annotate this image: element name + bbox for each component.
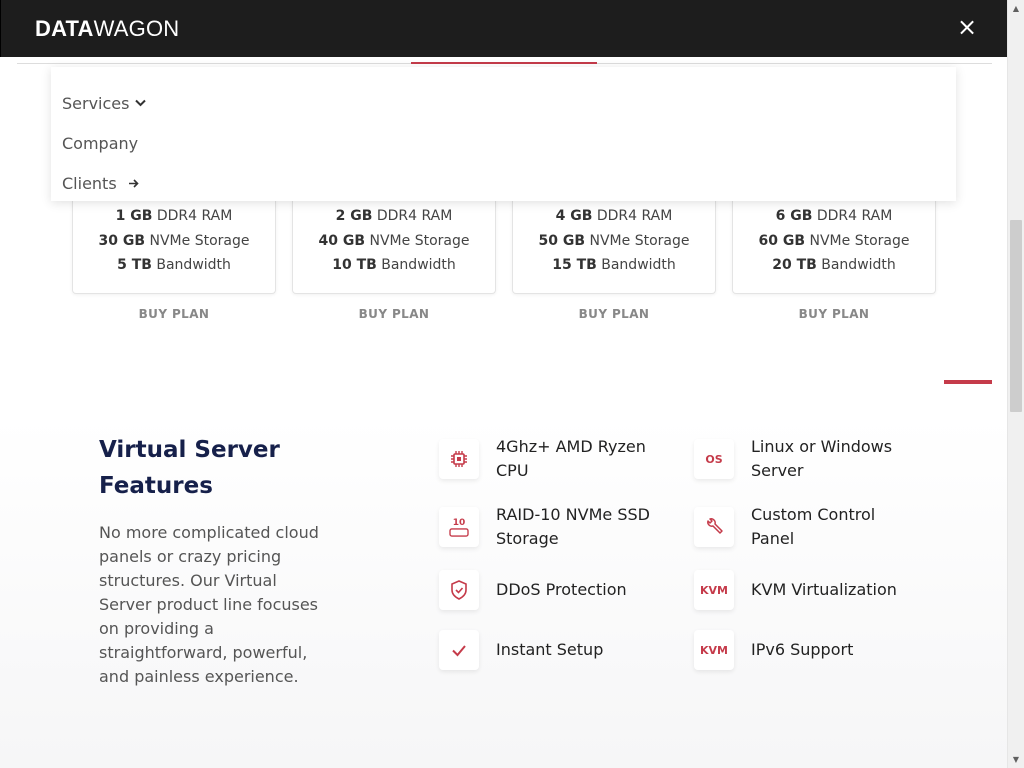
close-icon[interactable]: × bbox=[953, 13, 981, 41]
feature-item: Custom Control Panel bbox=[694, 503, 911, 551]
feature-item: DDoS Protection bbox=[439, 570, 656, 610]
plan-ram: 2 GB DDR4 RAM bbox=[335, 208, 453, 224]
buy-plan-button[interactable]: BUY PLAN bbox=[72, 307, 276, 321]
feature-label: KVM Virtualization bbox=[751, 580, 897, 599]
checkmark-icon bbox=[439, 630, 479, 670]
menu-item-label: Company bbox=[62, 134, 139, 153]
plan-ram: 1 GB DDR4 RAM bbox=[115, 208, 233, 224]
plan-bandwidth: 20 TB Bandwidth bbox=[772, 257, 896, 273]
wrench-icon bbox=[694, 507, 734, 547]
raid-number: 10 bbox=[452, 517, 466, 528]
top-navbar: DATAWAGON × bbox=[0, 0, 1007, 57]
raid-drive-icon: 10 bbox=[439, 507, 479, 547]
feature-label: Instant Setup bbox=[496, 640, 604, 659]
feature-label: Linux or Windows Server bbox=[751, 437, 893, 480]
menu-item-clients[interactable]: Clients bbox=[62, 174, 139, 193]
menu-item-company[interactable]: Company bbox=[62, 134, 138, 153]
scroll-up-arrow-icon[interactable]: ▲ bbox=[1008, 0, 1024, 17]
kvm-icon: KVM bbox=[694, 630, 734, 670]
plan-storage: 50 GB NVMe Storage bbox=[538, 232, 690, 249]
active-nav-underline bbox=[411, 62, 597, 64]
logo-thin-text: WAGON bbox=[93, 16, 180, 41]
shield-icon bbox=[439, 570, 479, 610]
feature-label: IPv6 Support bbox=[751, 640, 854, 659]
features-title: Virtual Server Features bbox=[99, 437, 280, 499]
plan-bandwidth: 10 TB Bandwidth bbox=[332, 257, 456, 273]
buy-plan-button[interactable]: BUY PLAN bbox=[732, 307, 936, 321]
plan-bandwidth: 5 TB Bandwidth bbox=[117, 257, 231, 273]
section-accent-bar bbox=[944, 380, 992, 384]
feature-label: Custom Control Panel bbox=[751, 505, 876, 548]
arrow-right-icon bbox=[128, 177, 139, 191]
nav-dropdown-menu: Services Company Clients bbox=[51, 67, 956, 201]
menu-item-services[interactable]: Services bbox=[62, 94, 147, 113]
menu-item-label: Services bbox=[62, 94, 130, 113]
plan-storage: 60 GB NVMe Storage bbox=[758, 232, 910, 249]
feature-label: RAID-10 NVMe SSD Storage bbox=[496, 505, 650, 548]
plan-ram: 6 GB DDR4 RAM bbox=[775, 208, 893, 224]
plan-bandwidth: 15 TB Bandwidth bbox=[552, 257, 676, 273]
datawagon-logo[interactable]: DATAWAGON bbox=[35, 16, 179, 42]
scroll-down-arrow-icon[interactable]: ▼ bbox=[1008, 751, 1024, 768]
buy-plan-button[interactable]: BUY PLAN bbox=[292, 307, 496, 321]
buy-plan-button[interactable]: BUY PLAN bbox=[512, 307, 716, 321]
feature-item: KVM IPv6 Support bbox=[694, 630, 911, 670]
cpu-chip-icon bbox=[439, 439, 479, 479]
os-icon: OS bbox=[694, 439, 734, 479]
features-description: No more complicated cloud panels or craz… bbox=[99, 523, 319, 686]
vertical-scrollbar[interactable]: ▲ ▼ bbox=[1007, 0, 1024, 768]
feature-item: OS Linux or Windows Server bbox=[694, 435, 911, 483]
feature-item: KVM KVM Virtualization bbox=[694, 570, 911, 610]
plan-storage: 30 GB NVMe Storage bbox=[98, 232, 250, 249]
feature-item: Instant Setup bbox=[439, 630, 656, 670]
feature-item: 10 RAID-10 NVMe SSD Storage bbox=[439, 503, 656, 551]
chevron-down-icon bbox=[135, 97, 147, 110]
feature-label: DDoS Protection bbox=[496, 580, 627, 599]
scrollbar-thumb[interactable] bbox=[1010, 220, 1022, 412]
feature-item: 4Ghz+ AMD Ryzen CPU bbox=[439, 435, 656, 483]
plan-ram: 4 GB DDR4 RAM bbox=[555, 208, 673, 224]
kvm-icon: KVM bbox=[694, 570, 734, 610]
page-content: 1 GB DDR4 RAM 30 GB NVMe Storage 5 TB Ba… bbox=[0, 57, 1007, 768]
feature-label: 4Ghz+ AMD Ryzen CPU bbox=[496, 437, 646, 480]
logo-bold-text: DATA bbox=[35, 16, 94, 41]
menu-item-label: Clients bbox=[62, 174, 117, 193]
plan-storage: 40 GB NVMe Storage bbox=[318, 232, 470, 249]
